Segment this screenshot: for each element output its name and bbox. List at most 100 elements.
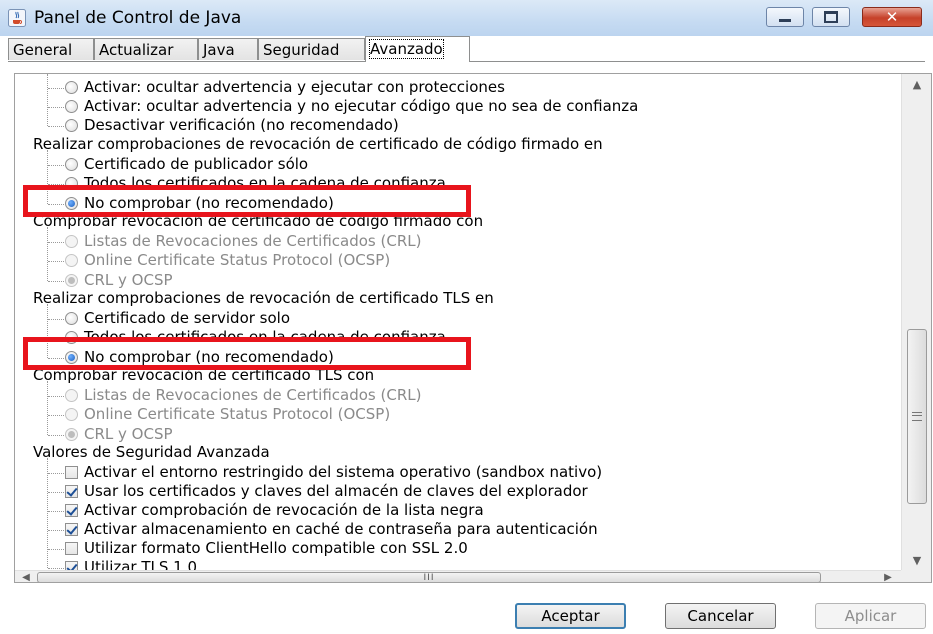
checkbox-checked[interactable] <box>65 504 78 517</box>
tree-guide <box>47 458 48 568</box>
option-label: Todos los certificados en la cadena de c… <box>84 328 446 346</box>
checkbox-option[interactable]: Usar los certificados y claves del almac… <box>65 482 588 501</box>
tree-branch <box>48 415 64 416</box>
java-cup-icon <box>8 9 26 27</box>
option-label: Activar: ocultar advertencia y no ejecut… <box>84 97 639 115</box>
tab-java[interactable]: Java <box>198 38 258 60</box>
scroll-left-icon[interactable]: ◀ <box>17 571 35 582</box>
apply-button: Aplicar <box>815 603 926 629</box>
option-label: Listas de Revocaciones de Certificados (… <box>84 232 422 250</box>
radio-option[interactable]: Todos los certificados en la cadena de c… <box>65 174 446 193</box>
grip-icon: III <box>423 573 435 583</box>
option-label: CRL y OCSP <box>84 271 173 289</box>
title-bar[interactable]: Panel de Control de Java ✕ <box>0 0 933 37</box>
checkbox-option[interactable]: Activar comprobación de revocación de la… <box>65 501 484 520</box>
checkbox[interactable] <box>65 542 78 555</box>
tab-seguridad[interactable]: Seguridad <box>258 38 365 60</box>
radio-button[interactable] <box>65 177 78 190</box>
maximize-button[interactable] <box>812 7 850 27</box>
option-label: Todos los certificados en la cadena de c… <box>84 174 446 192</box>
minimize-button[interactable] <box>766 7 804 27</box>
tab-general[interactable]: General <box>8 38 94 60</box>
scroll-down-icon[interactable]: ▼ <box>902 552 931 570</box>
option-label: Activar: ocultar advertencia y ejecutar … <box>84 78 505 96</box>
advanced-settings-panel: Activar: ocultar advertencia y ejecutar … <box>14 73 932 583</box>
radio-button[interactable] <box>65 81 78 94</box>
radio-option[interactable]: Todos los certificados en la cadena de c… <box>65 328 446 347</box>
checkbox-option[interactable]: Utilizar TLS 1.0 <box>65 558 197 570</box>
tree-branch <box>48 396 64 397</box>
tab-label: General <box>13 41 73 59</box>
radio-button[interactable] <box>65 100 78 113</box>
section-heading: Realizar comprobaciones de revocación de… <box>33 135 603 153</box>
option-label: Activar comprobación de revocación de la… <box>84 501 484 519</box>
option-label: Utilizar formato ClientHello compatible … <box>84 539 468 557</box>
dialog-button-bar: Aceptar Cancelar Aplicar <box>0 590 933 634</box>
radio-option-selected[interactable]: No comprobar (no recomendado) <box>65 194 334 213</box>
radio-option[interactable]: Certificado de publicador sólo <box>65 155 308 174</box>
checkbox-checked[interactable] <box>65 523 78 536</box>
option-label: Listas de Revocaciones de Certificados (… <box>84 386 422 404</box>
option-label: Activar almacenamiento en caché de contr… <box>84 520 598 538</box>
radio-option-disabled: Online Certificate Status Protocol (OCSP… <box>65 251 390 270</box>
radio-button[interactable] <box>65 312 78 325</box>
checkbox-option[interactable]: Activar almacenamiento en caché de contr… <box>65 520 598 539</box>
checkbox-option[interactable]: Activar el entorno restringido del siste… <box>65 463 602 482</box>
tree-branch <box>48 204 64 205</box>
tree-branch <box>48 492 64 493</box>
checkbox-checked[interactable] <box>65 485 78 498</box>
tab-label: Java <box>203 41 235 59</box>
radio-option-selected[interactable]: No comprobar (no recomendado) <box>65 348 334 367</box>
scroll-right-icon[interactable]: ▶ <box>879 571 897 582</box>
close-icon: ✕ <box>885 8 899 26</box>
tree-branch <box>48 107 64 108</box>
checkbox-option[interactable]: Utilizar formato ClientHello compatible … <box>65 539 468 558</box>
settings-tree[interactable]: Activar: ocultar advertencia y ejecutar … <box>15 74 901 570</box>
close-button[interactable]: ✕ <box>862 7 922 27</box>
window-title: Panel de Control de Java <box>34 8 242 28</box>
radio-button[interactable] <box>65 119 78 132</box>
vertical-scrollbar[interactable]: ▲ ▼ <box>901 74 931 570</box>
tree-branch <box>48 549 64 550</box>
ok-button[interactable]: Aceptar <box>515 603 626 629</box>
radio-option[interactable]: Activar: ocultar advertencia y ejecutar … <box>65 78 505 97</box>
tab-label: Seguridad <box>263 41 340 59</box>
tree-branch <box>48 568 64 569</box>
radio-option[interactable]: Certificado de servidor solo <box>65 309 290 328</box>
cancel-button[interactable]: Cancelar <box>665 603 776 629</box>
option-label: Utilizar TLS 1.0 <box>84 558 198 570</box>
option-label: Certificado de publicador sólo <box>84 155 309 173</box>
radio-button[interactable] <box>65 158 78 171</box>
radio-option-disabled: CRL y OCSP <box>65 425 173 444</box>
radio-button <box>65 254 78 267</box>
radio-option-disabled: Listas de Revocaciones de Certificados (… <box>65 232 421 251</box>
tab-label: Actualizar <box>99 41 174 59</box>
horizontal-scrollbar[interactable]: ◀ III ▶ <box>15 570 901 583</box>
tree-branch <box>48 473 64 474</box>
vertical-scroll-thumb[interactable] <box>907 329 927 504</box>
radio-button[interactable] <box>65 331 78 344</box>
checkbox-checked[interactable] <box>65 561 78 570</box>
radio-option[interactable]: Desactivar verificación (no recomendado) <box>65 116 399 135</box>
tree-branch <box>48 281 64 282</box>
radio-button <box>65 389 78 402</box>
tree-branch <box>48 338 64 339</box>
tab-actualizar[interactable]: Actualizar <box>94 38 198 60</box>
option-label: Online Certificate Status Protocol (OCSP… <box>84 405 391 423</box>
java-control-panel-window: Panel de Control de Java ✕ General Actua… <box>0 0 933 634</box>
tree-branch <box>48 165 64 166</box>
tab-avanzado[interactable]: Avanzado <box>365 36 470 62</box>
tree-branch <box>48 88 64 89</box>
checkbox[interactable] <box>65 466 78 479</box>
tree-branch <box>48 435 64 436</box>
horizontal-scroll-thumb[interactable]: III <box>37 572 821 583</box>
radio-option-disabled: Online Certificate Status Protocol (OCSP… <box>65 405 390 424</box>
tree-guide <box>47 304 48 358</box>
radio-button-selected[interactable] <box>65 197 78 210</box>
radio-button-selected[interactable] <box>65 351 78 364</box>
scroll-up-icon[interactable]: ▲ <box>902 76 931 94</box>
radio-option[interactable]: Activar: ocultar advertencia y no ejecut… <box>65 97 638 116</box>
tree-guide <box>47 74 48 126</box>
tree-branch <box>48 242 64 243</box>
tree-guide <box>47 227 48 281</box>
